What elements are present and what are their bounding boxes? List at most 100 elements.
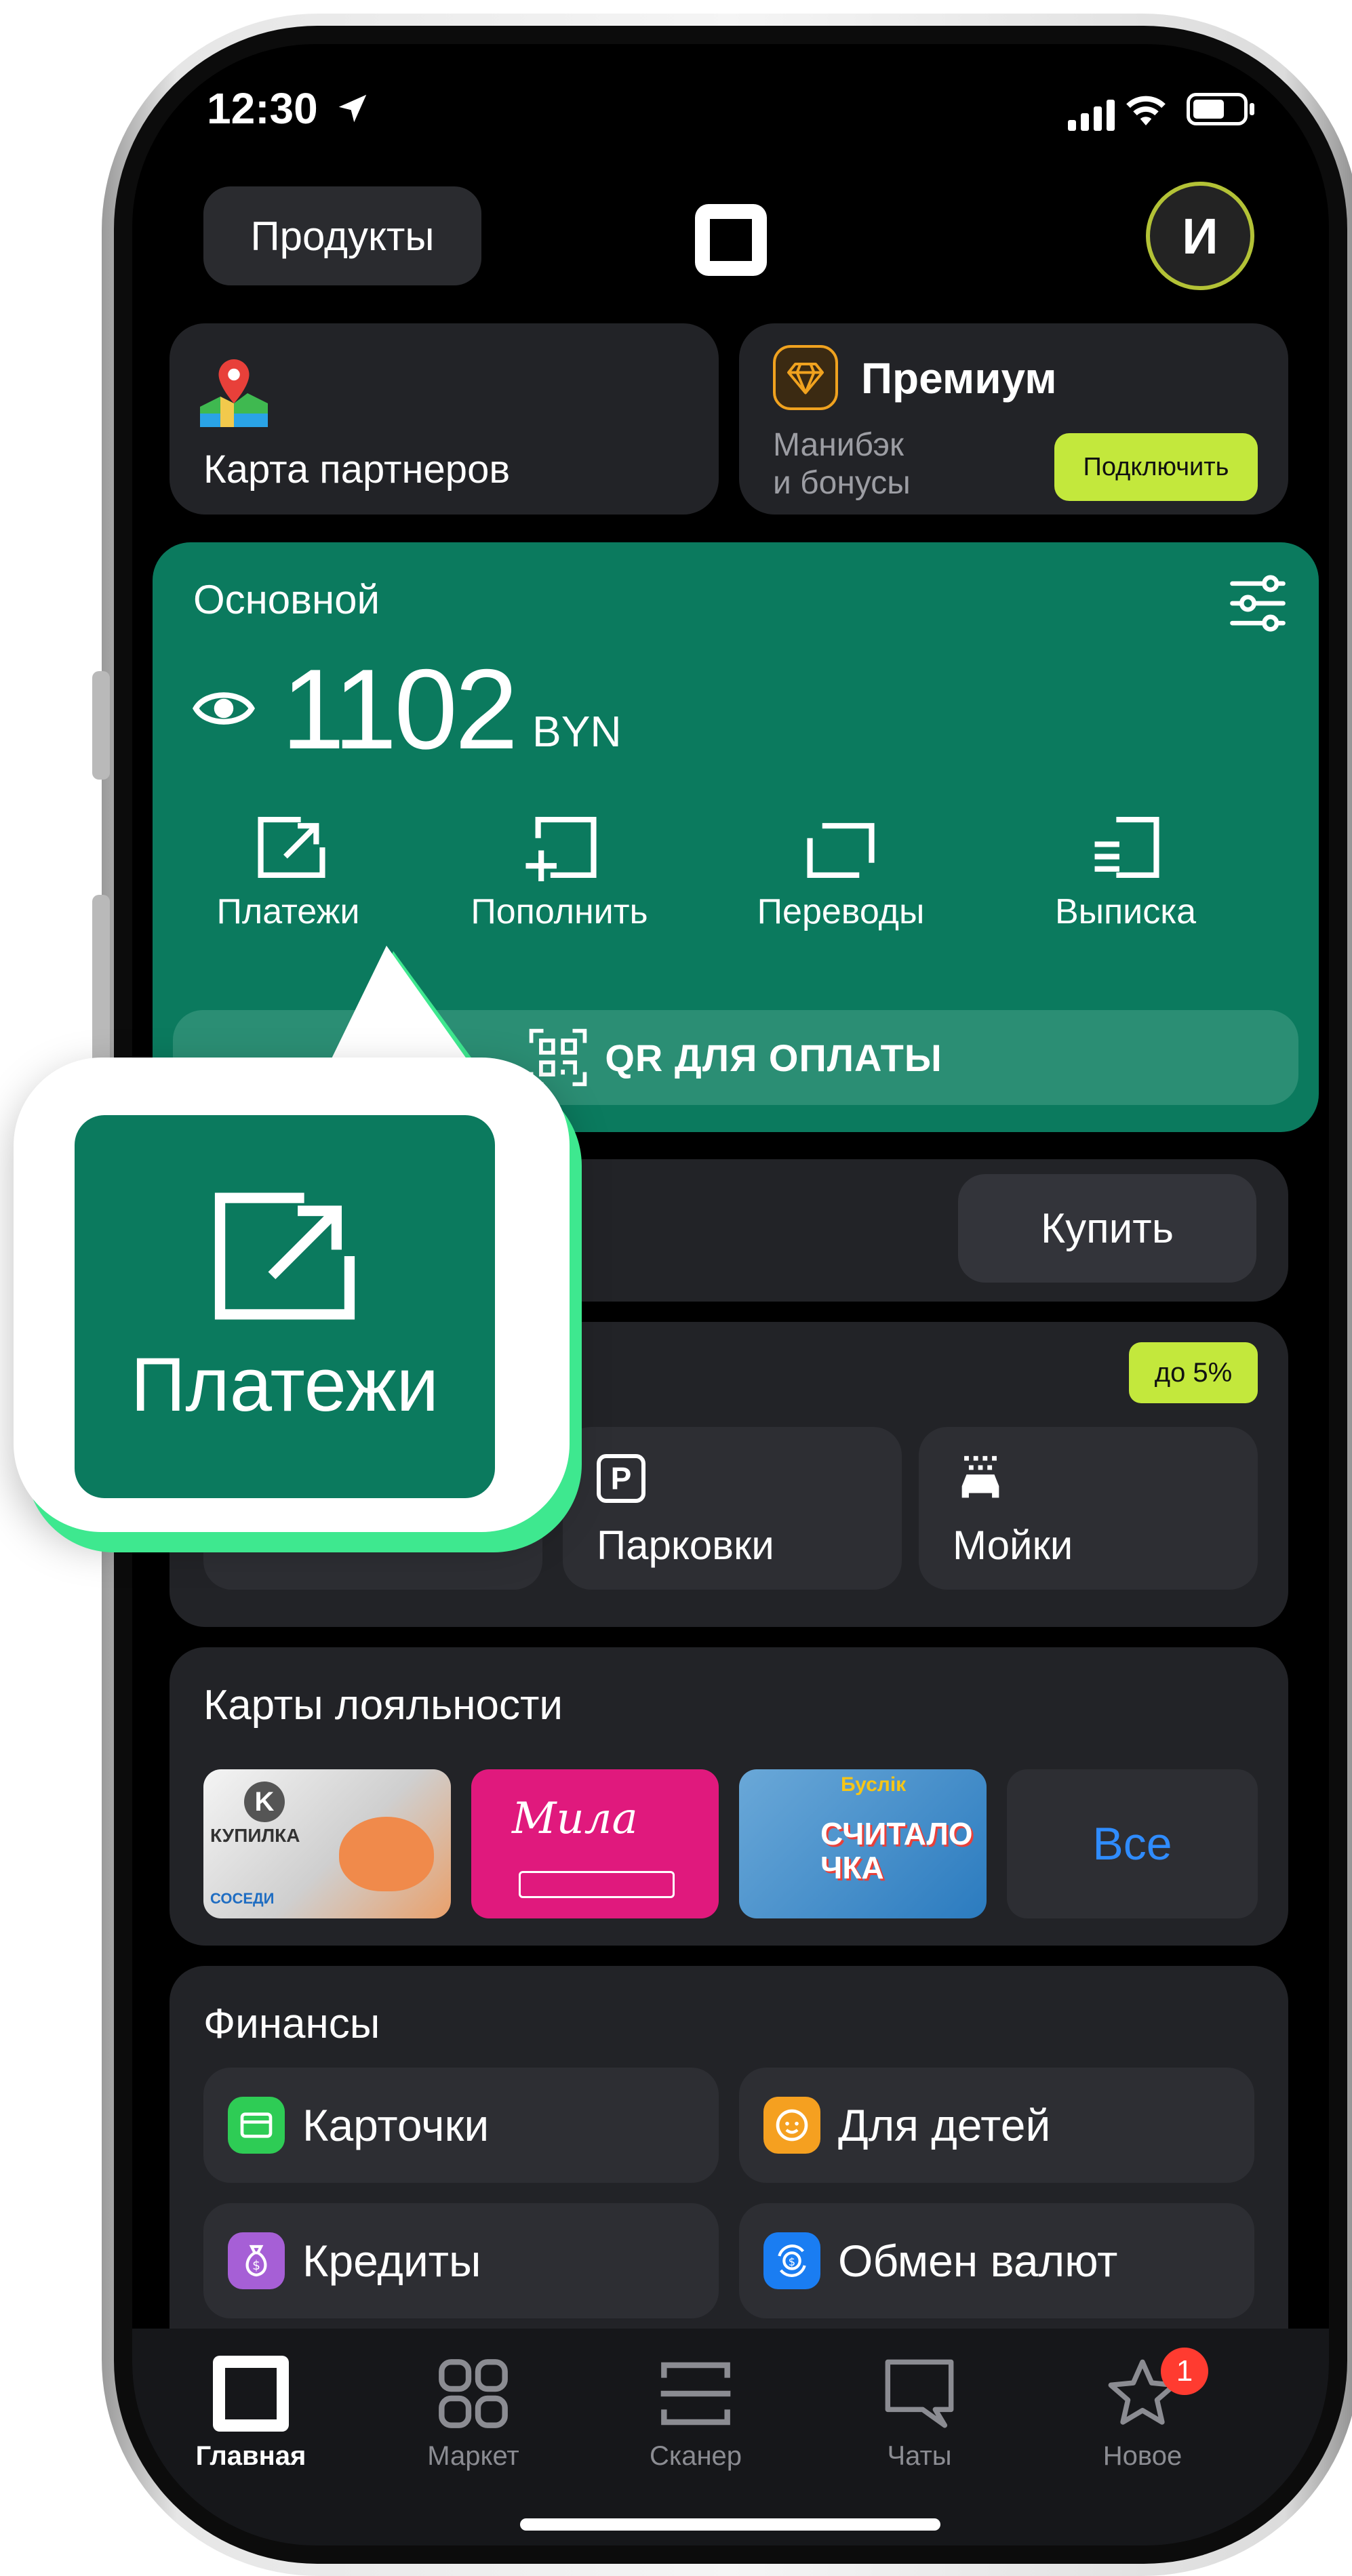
cashback-badge-label: до 5% [1154,1357,1233,1388]
payment-out-icon [258,817,325,878]
schitalochka-top: Буслік [841,1773,907,1796]
loyalty-card-kupilka[interactable]: K КУПИЛКА СОСЕДИ [203,1769,451,1918]
piggy-bank-icon [339,1817,434,1891]
nav-new-label: Новое [1102,2441,1182,2471]
finance-exchange-button[interactable]: $ Обмен валют [739,2203,1254,2318]
callout-label: Платежи [130,1342,439,1427]
notification-badge-count: 1 [1176,2354,1193,2388]
car-wash-icon [961,1455,999,1498]
eye-icon[interactable] [190,678,258,739]
avatar-initial: И [1182,207,1218,264]
mila-brand: Мила [512,1794,638,1844]
action-statement[interactable]: Выписка [1010,813,1241,942]
premium-subtitle-line1: Манибэк [773,427,904,463]
phone-side-button [92,895,110,1085]
map-pin-icon [200,359,268,427]
action-payments[interactable]: Платежи [180,813,397,942]
settings-sliders-icon[interactable] [1224,569,1292,637]
nav-home[interactable]: Главная [173,2356,329,2472]
nav-market[interactable]: Маркет [395,2356,551,2472]
premium-subtitle-line2: и бонусы [773,465,911,501]
finance-kids-label: Для детей [838,2100,1051,2150]
loyalty-title: Карты лояльности [203,1682,563,1729]
chat-icon [885,2359,954,2428]
action-transfers[interactable]: Переводы [725,813,956,942]
grid-icon [439,2359,508,2428]
action-top-up-label: Пополнить [471,892,648,931]
qr-payment-label: QR ДЛЯ ОПЛАТЫ [605,1036,942,1079]
cellular-signal-icon [1068,97,1115,131]
nav-home-label: Главная [195,2441,306,2471]
cashback-badge: до 5% [1129,1342,1258,1403]
payments-zoom-callout: Платежи [14,1058,570,1532]
nav-market-label: Маркет [427,2441,519,2471]
card-icon [228,2097,285,2154]
loyalty-card-schitalochka[interactable]: Буслік СЧИТАЛОЧКА [739,1769,987,1918]
mila-card-strip [519,1871,675,1898]
car-wash-tile[interactable]: Мойки [919,1427,1258,1590]
nav-new[interactable]: Новое 1 [1065,2348,1220,2472]
parking-label: Парковки [597,1523,774,1568]
partners-map-label: Карта партнеров [203,447,511,491]
home-indicator [520,2518,940,2531]
notification-badge: 1 [1161,2348,1208,2395]
products-label: Продукты [250,213,435,259]
loyalty-all-button[interactable]: Все [1007,1769,1258,1918]
finance-title: Финансы [203,2000,380,2047]
finance-credits-label: Кредиты [302,2236,481,2286]
statement-icon [1094,817,1159,878]
phone-side-button [92,671,110,780]
nav-chats-label: Чаты [887,2441,952,2471]
location-arrow-icon [338,94,367,123]
balance-amount: 1102 [281,645,518,773]
loyalty-card-mila[interactable]: Мила [471,1769,719,1918]
account-name[interactable]: Основной [193,576,380,623]
svg-text:$: $ [789,2255,795,2268]
products-button[interactable]: Продукты [203,186,481,285]
loyalty-section: Карты лояльности K КУПИЛКА СОСЕДИ Мила Б… [170,1647,1288,1946]
payment-out-icon [214,1192,355,1320]
action-top-up[interactable]: Пополнить [451,813,668,942]
finance-credits-button[interactable]: $ Кредиты [203,2203,719,2318]
wifi-icon [1126,96,1166,125]
kupilka-logo-icon: K [244,1782,285,1822]
connect-premium-label: Подключить [1083,452,1229,481]
parking-tile[interactable]: P Парковки [563,1427,902,1590]
finance-exchange-label: Обмен валют [838,2236,1118,2286]
finance-cards-label: Карточки [302,2100,490,2150]
partners-map-card[interactable]: Карта партнеров [170,323,719,515]
status-time: 12:30 [207,84,318,133]
buy-button-label: Купить [1040,1205,1174,1252]
diamond-icon [773,345,838,410]
home-square-icon [213,2356,289,2432]
avatar[interactable]: И [1146,182,1254,290]
scanner-icon [660,2362,731,2426]
action-statement-label: Выписка [1054,892,1197,931]
loyalty-all-label: Все [1092,1818,1172,1870]
bottom-nav: Главная Маркет Сканер Чаты Новое 1 [132,2329,1329,2545]
premium-title: Премиум [861,354,1057,403]
currency-exchange-icon: $ [763,2232,820,2289]
kupilka-sub: СОСЕДИ [210,1890,275,1907]
nav-scanner[interactable]: Сканер [618,2356,774,2472]
battery-cap [1250,103,1254,115]
callout-payments-tile: Платежи [75,1115,495,1498]
app-logo-icon [695,204,767,276]
kupilka-brand: КУПИЛКА [210,1825,300,1846]
action-transfers-label: Переводы [757,892,925,931]
connect-premium-button[interactable]: Подключить [1054,433,1258,501]
nav-chats[interactable]: Чаты [841,2356,997,2472]
premium-card[interactable]: Премиум Манибэк и бонусы Подключить [739,323,1288,515]
kid-face-icon [763,2097,820,2154]
buy-button[interactable]: Купить [958,1174,1256,1283]
car-wash-label: Мойки [953,1523,1073,1568]
battery-icon [1187,93,1248,125]
balance-currency: BYN [532,707,622,756]
top-up-icon [525,817,597,881]
parking-icon: P [597,1454,645,1503]
svg-text:$: $ [252,2259,260,2273]
finance-cards-button[interactable]: Карточки [203,2068,719,2183]
schitalochka-brand: СЧИТАЛОЧКА [820,1816,973,1885]
finance-kids-button[interactable]: Для детей [739,2068,1254,2183]
nav-scanner-label: Сканер [649,2441,742,2471]
